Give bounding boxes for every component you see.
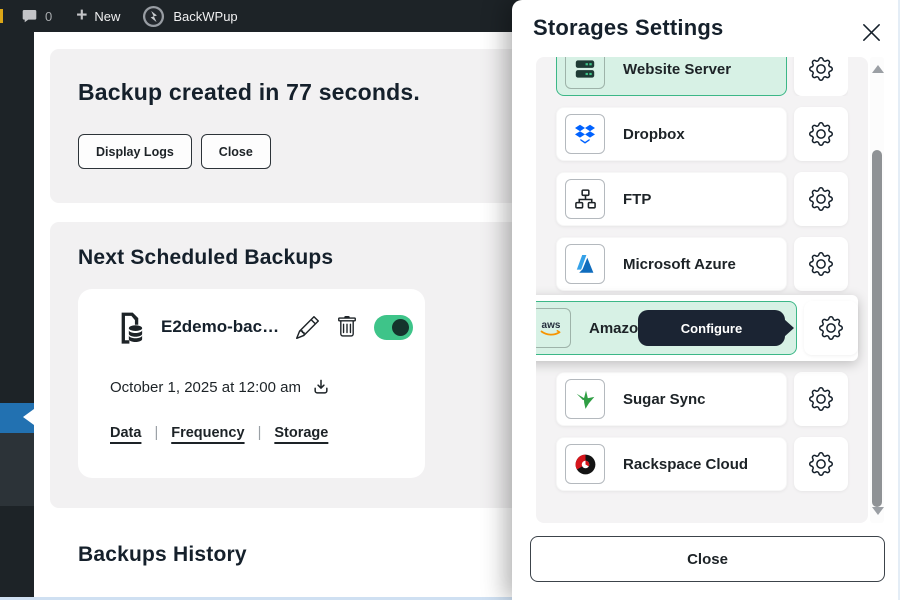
backups-history-title: Backups History — [78, 543, 247, 567]
section-title: Next Scheduled Backups — [78, 246, 333, 270]
gear-icon — [809, 452, 833, 476]
storage-row-website-server[interactable]: Website Server — [556, 57, 787, 96]
storage-entry: Rackspace Cloud — [556, 437, 848, 491]
gear-icon — [809, 122, 833, 146]
display-logs-button[interactable]: Display Logs — [78, 134, 192, 169]
job-next-run-datetime: October 1, 2025 at 12:00 am — [110, 379, 301, 396]
job-link-data[interactable]: Data — [110, 425, 141, 441]
link-separator: | — [258, 425, 262, 441]
storage-entry: Dropbox — [556, 107, 848, 161]
backwpup-logo-icon — [142, 5, 165, 28]
storage-label: FTP — [623, 191, 651, 208]
storage-label: Website Server — [623, 61, 731, 78]
azure-icon — [565, 244, 605, 284]
storage-configure-button[interactable] — [804, 301, 858, 355]
job-active-toggle[interactable] — [374, 315, 413, 340]
storage-entry: awsAmazon S3Configure — [536, 295, 858, 361]
scroll-up-arrow-icon[interactable] — [872, 65, 884, 73]
gear-icon — [819, 316, 843, 340]
configure-tooltip: Configure — [638, 310, 785, 346]
storage-label: Microsoft Azure — [623, 256, 736, 273]
backwpup-app-window: 0 + New BackWPup Backup created in 77 se… — [0, 0, 900, 600]
job-link-storage[interactable]: Storage — [274, 425, 328, 441]
storage-entry: FTP — [556, 172, 848, 226]
notification-badge-sliver — [0, 9, 3, 23]
storage-row-dropbox[interactable]: Dropbox — [556, 107, 787, 161]
admin-bar-new-button[interactable]: + New — [76, 8, 120, 25]
close-icon — [860, 21, 883, 44]
sugarsync-icon — [565, 379, 605, 419]
job-name: E2demo-bac… — [161, 317, 279, 337]
pencil-icon — [296, 316, 319, 339]
scroll-down-arrow-icon[interactable] — [872, 507, 884, 515]
storage-configure-button[interactable] — [794, 437, 848, 491]
storage-row-microsoft-azure[interactable]: Microsoft Azure — [556, 237, 787, 291]
admin-bar-backwpup[interactable]: BackWPup — [142, 5, 237, 28]
modal-close-button[interactable]: Close — [530, 536, 885, 582]
storage-configure-button[interactable] — [794, 172, 848, 226]
modal-title: Storages Settings — [533, 15, 723, 41]
comment-bubble-icon — [21, 8, 38, 24]
storage-label: Dropbox — [623, 126, 685, 143]
modal-scrollbar[interactable] — [870, 57, 884, 523]
job-links-row: Data | Frequency | Storage — [110, 425, 328, 441]
storage-entry: Website Server — [556, 57, 848, 96]
scheduled-job-card: E2demo-bac… October 1, 2025 at 12:00 am — [78, 289, 425, 478]
edit-job-button[interactable] — [296, 316, 319, 339]
notice-close-button[interactable]: Close — [201, 134, 271, 169]
storages-settings-modal: Storages Settings Website Server Dropbox F… — [512, 0, 900, 600]
admin-bar-comments[interactable]: 0 — [21, 8, 52, 24]
rackspace-icon — [565, 444, 605, 484]
sidebar-submenu-strip — [0, 433, 34, 506]
storage-row-rackspace-cloud[interactable]: Rackspace Cloud — [556, 437, 787, 491]
storage-configure-button[interactable] — [794, 237, 848, 291]
trash-icon — [336, 316, 358, 338]
plus-icon: + — [76, 6, 87, 25]
storage-list: Website Server Dropbox FTP Microsoft Azure a… — [536, 57, 868, 523]
comments-count: 0 — [45, 9, 52, 24]
gear-icon — [809, 252, 833, 276]
storage-configure-button[interactable] — [794, 107, 848, 161]
storage-entry: Microsoft Azure — [556, 237, 848, 291]
storage-row-sugar-sync[interactable]: Sugar Sync — [556, 372, 787, 426]
gear-icon — [809, 387, 833, 411]
ftp-icon — [565, 179, 605, 219]
next-scheduled-backups-section: Next Scheduled Backups E2demo-bac… — [50, 222, 546, 508]
backup-file-database-icon — [115, 309, 146, 345]
gear-icon — [809, 57, 833, 81]
download-icon[interactable] — [311, 377, 331, 397]
storage-list-panel: Website Server Dropbox FTP Microsoft Azure a… — [536, 57, 868, 523]
storage-configure-button[interactable] — [794, 372, 848, 426]
new-label: New — [94, 9, 120, 24]
tooltip-arrow — [784, 319, 794, 337]
wp-admin-sidebar — [0, 32, 34, 600]
toggle-knob — [392, 319, 409, 336]
gear-icon — [809, 187, 833, 211]
link-separator: | — [154, 425, 158, 441]
aws-icon: aws — [536, 308, 571, 348]
job-link-frequency[interactable]: Frequency — [171, 425, 244, 441]
chevron-left-icon — [23, 409, 34, 425]
backwpup-label: BackWPup — [173, 9, 237, 24]
server-icon — [565, 57, 605, 89]
storage-configure-button[interactable] — [794, 57, 848, 96]
backup-success-notice: Backup created in 77 seconds. Display Lo… — [50, 49, 546, 203]
storage-label: Sugar Sync — [623, 391, 706, 408]
svg-text:aws: aws — [542, 320, 561, 331]
notice-title: Backup created in 77 seconds. — [78, 79, 420, 106]
storage-row-ftp[interactable]: FTP — [556, 172, 787, 226]
configure-tooltip-label: Configure — [681, 321, 742, 336]
modal-close-x-button[interactable] — [858, 19, 884, 45]
scrollbar-thumb[interactable] — [872, 150, 882, 507]
storage-label: Rackspace Cloud — [623, 456, 748, 473]
storage-entry: Sugar Sync — [556, 372, 848, 426]
delete-job-button[interactable] — [336, 316, 358, 338]
dropbox-icon — [565, 114, 605, 154]
